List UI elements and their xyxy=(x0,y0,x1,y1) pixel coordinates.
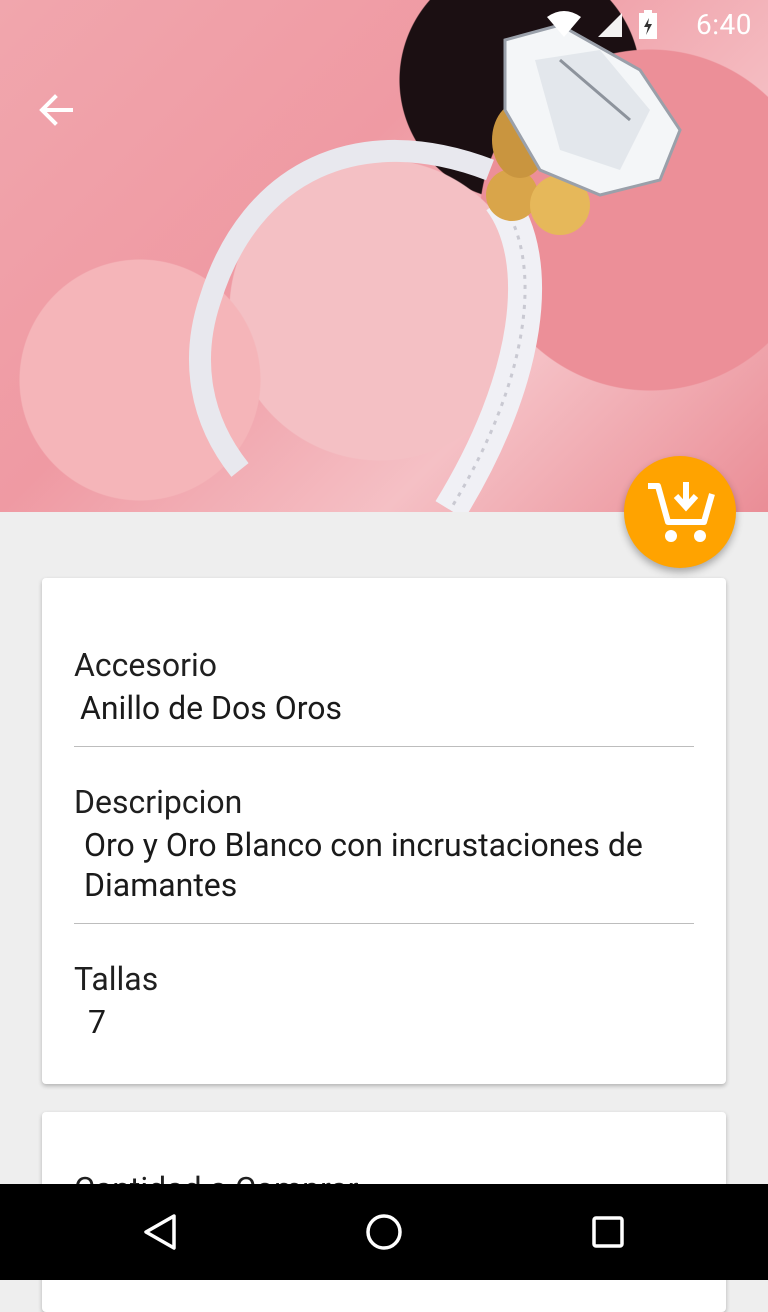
nav-home-icon xyxy=(366,1214,402,1250)
description-label: Descripcion xyxy=(74,783,243,821)
nav-recents-icon xyxy=(592,1216,624,1248)
accessory-value: Anillo de Dos Oros xyxy=(80,689,343,727)
add-to-cart-icon xyxy=(648,482,715,542)
description-field: Descripcion Oro y Oro Blanco con incrust… xyxy=(74,783,694,905)
add-to-cart-button[interactable] xyxy=(624,456,736,568)
sizes-label: Tallas xyxy=(74,960,159,998)
signal-icon xyxy=(598,13,622,37)
divider xyxy=(74,746,694,747)
description-value: Oro y Oro Blanco con incrustaciones de D… xyxy=(84,826,643,904)
divider xyxy=(74,923,694,924)
arrow-back-icon xyxy=(39,94,73,126)
battery-charging-icon xyxy=(639,10,657,39)
accessory-field: Accesorio Anillo de Dos Oros xyxy=(74,646,694,728)
navigation-bar xyxy=(0,1184,768,1280)
nav-home-button[interactable] xyxy=(356,1208,412,1256)
nav-back-icon xyxy=(144,1214,176,1250)
wifi-icon xyxy=(547,11,581,37)
accessory-label: Accesorio xyxy=(74,646,217,684)
nav-back-button[interactable] xyxy=(132,1208,188,1256)
sizes-field: Tallas 7 xyxy=(74,960,694,1042)
ring-illustration xyxy=(189,23,682,512)
nav-recents-button[interactable] xyxy=(580,1208,636,1256)
status-bar: 6:40 xyxy=(0,0,768,50)
status-time: 6:40 xyxy=(696,8,752,41)
status-icons xyxy=(546,10,658,40)
product-image xyxy=(0,0,768,512)
back-button[interactable] xyxy=(28,82,84,138)
sizes-value: 7 xyxy=(88,1003,106,1041)
product-details-card: Accesorio Anillo de Dos Oros Descripcion… xyxy=(42,578,726,1084)
